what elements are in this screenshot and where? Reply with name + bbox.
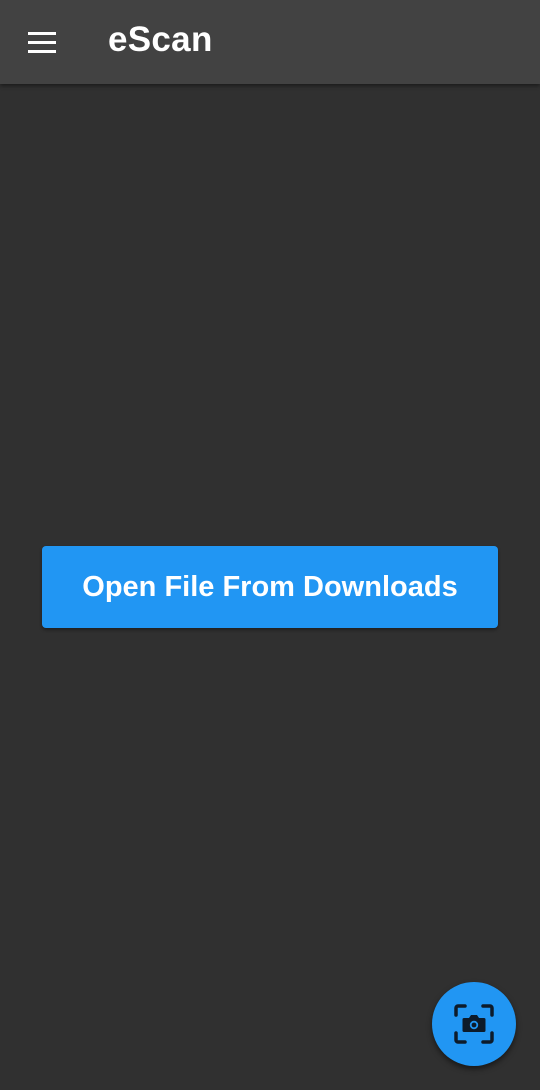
open-file-from-downloads-button[interactable]: Open File From Downloads [42, 546, 498, 628]
scan-camera-fab[interactable] [432, 982, 516, 1066]
menu-line [28, 40, 56, 44]
menu-line [28, 31, 56, 35]
app-title: eScan [108, 20, 213, 59]
main-content: Open File From Downloads [0, 84, 540, 1090]
camera-scan-icon [454, 1004, 494, 1044]
app-root: eScan Open File From Downloads [0, 0, 540, 1090]
app-bar: eScan [0, 0, 540, 84]
hamburger-menu-icon[interactable] [22, 26, 62, 58]
menu-line [28, 49, 56, 53]
